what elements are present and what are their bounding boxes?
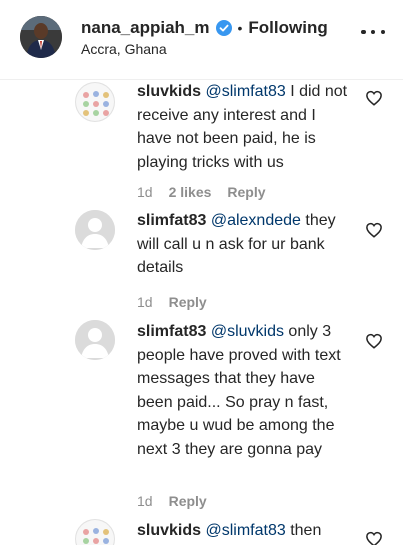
following-button[interactable]: Following [248, 18, 327, 38]
verified-badge-icon [215, 20, 232, 36]
comment-text: slimfat83 @alexndede they will call u n … [137, 209, 349, 280]
comment-likes[interactable]: 2 likes [169, 184, 212, 200]
header-username[interactable]: nana_appiah_m [81, 18, 210, 38]
post-header: nana_appiah_m • Following Accra, Ghana [0, 0, 403, 80]
heart-outline-icon[interactable] [365, 332, 383, 350]
sticker-avatar-icon [76, 83, 114, 121]
comment-message: only 3 people have proved with text mess… [137, 323, 341, 458]
header-location[interactable]: Accra, Ghana [81, 41, 167, 57]
comment-avatar[interactable] [75, 210, 115, 250]
comment-mention[interactable]: @sluvkids [211, 323, 284, 340]
comment-time: 1d [137, 294, 153, 310]
profile-photo-icon [20, 16, 62, 58]
comment-mention[interactable]: @slimfat83 [205, 522, 285, 539]
more-options-icon[interactable] [361, 28, 385, 36]
comment-username[interactable]: slimfat83 [137, 323, 206, 340]
reply-button[interactable]: Reply [227, 184, 265, 200]
comment-text: slimfat83 @sluvkids only 3 people have p… [137, 320, 349, 461]
reply-button[interactable]: Reply [169, 294, 207, 310]
header-separator: • [237, 20, 243, 36]
comment-time: 1d [137, 493, 153, 509]
heart-outline-icon[interactable] [365, 89, 383, 107]
default-avatar-icon [75, 210, 115, 250]
profile-avatar[interactable] [20, 16, 62, 58]
comment-avatar[interactable] [75, 320, 115, 360]
heart-outline-icon[interactable] [365, 530, 383, 545]
sticker-avatar-icon [76, 520, 114, 545]
comment-mention[interactable]: @alexndede [211, 212, 301, 229]
comment-time: 1d [137, 184, 153, 200]
comment-mention[interactable]: @slimfat83 [205, 83, 285, 100]
comment-text: sluvkids @slimfat83 I did not receive an… [137, 80, 349, 174]
reply-button[interactable]: Reply [169, 493, 207, 509]
comment-meta: 1d Reply [137, 294, 223, 310]
comment-username[interactable]: sluvkids [137, 522, 201, 539]
comment-meta: 1d 2 likes Reply [137, 184, 282, 200]
comment-avatar[interactable] [75, 519, 115, 545]
comment-username[interactable]: slimfat83 [137, 212, 206, 229]
comment-meta: 1d Reply [137, 493, 223, 509]
heart-outline-icon[interactable] [365, 221, 383, 239]
comment-username[interactable]: sluvkids [137, 83, 201, 100]
comment-message: then [285, 522, 322, 539]
default-avatar-icon [75, 320, 115, 360]
comment-avatar[interactable] [75, 82, 115, 122]
comment-text: sluvkids @slimfat83 then [137, 519, 349, 543]
header-name-row: nana_appiah_m • Following [81, 18, 328, 38]
